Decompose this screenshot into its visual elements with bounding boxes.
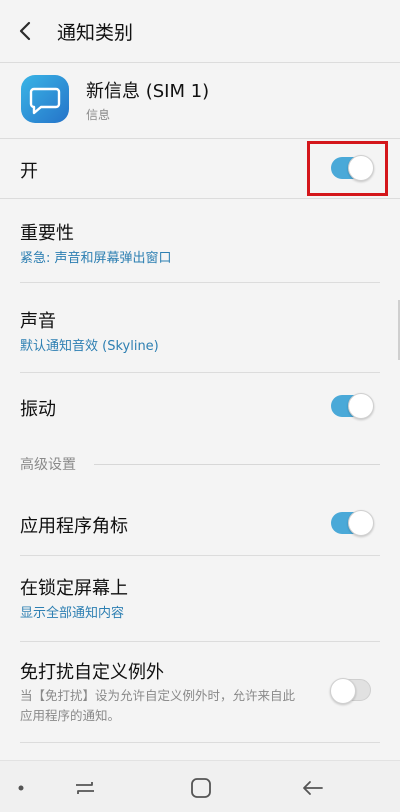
importance-value: 紧急: 声音和屏幕弹出窗口 [20,251,172,266]
badge-toggle[interactable] [331,510,374,536]
sound-value: 默认通知音效 (Skyline) [20,339,159,354]
highlight-annotation [307,141,388,196]
section-divider [94,464,380,465]
vibrate-toggle[interactable] [331,393,374,419]
messages-app-icon [20,74,70,124]
recents-button[interactable] [70,773,100,803]
home-button[interactable] [186,773,216,803]
lock-screen-row[interactable]: 在锁定屏幕上 显示全部通知内容 [0,556,400,640]
dnd-exception-row[interactable]: 免打扰自定义例外 当【免打扰】设为允许自定义例外时，允许来自此应用程序的通知。 [0,642,400,742]
dnd-exception-title: 免打扰自定义例外 [20,662,164,683]
app-name: 新信息 (SIM 1) [86,81,210,102]
system-nav-bar [0,760,400,812]
lock-screen-value: 显示全部通知内容 [20,606,125,621]
toggle-knob [348,393,374,419]
dnd-exception-desc: 当【免打扰】设为允许自定义例外时，允许来自此应用程序的通知。 [20,688,296,723]
back-nav-button[interactable] [298,773,328,803]
page-title: 通知类别 [57,22,134,44]
vibrate-row[interactable]: 振动 [0,373,400,443]
lock-screen-title: 在锁定屏幕上 [20,578,128,599]
importance-title: 重要性 [20,223,74,244]
app-info-row: 新信息 (SIM 1) 信息 [0,62,400,138]
importance-row[interactable]: 重要性 紧急: 声音和屏幕弹出窗口 [0,199,400,281]
toggle-knob [330,678,356,704]
back-arrow-icon [303,781,323,795]
sound-row[interactable]: 声音 默认通知音效 (Skyline) [0,283,400,371]
dot-icon [18,785,24,791]
sound-title: 声音 [20,311,56,332]
recents-icon [76,782,94,794]
dnd-divider [20,742,380,743]
toggle-knob [348,510,374,536]
badge-label: 应用程序角标 [20,516,128,537]
back-arrow-icon [19,21,31,41]
dnd-exception-toggle[interactable] [330,678,371,704]
nav-dot-button[interactable] [6,773,36,803]
advanced-section-label: 高级设置 [20,457,76,473]
app-bar: 通知类别 [0,0,400,62]
home-square-icon [191,778,211,798]
badge-row[interactable]: 应用程序角标 [0,488,400,554]
vibrate-label: 振动 [20,399,56,420]
main-toggle-label: 开 [20,161,38,182]
back-button[interactable] [12,14,42,48]
app-subtitle: 信息 [86,108,111,122]
notification-category-screen: 通知类别 新信息 (SIM 1) 信息 开 重要性 紧急: 声音和屏幕弹出窗口 … [0,0,400,812]
